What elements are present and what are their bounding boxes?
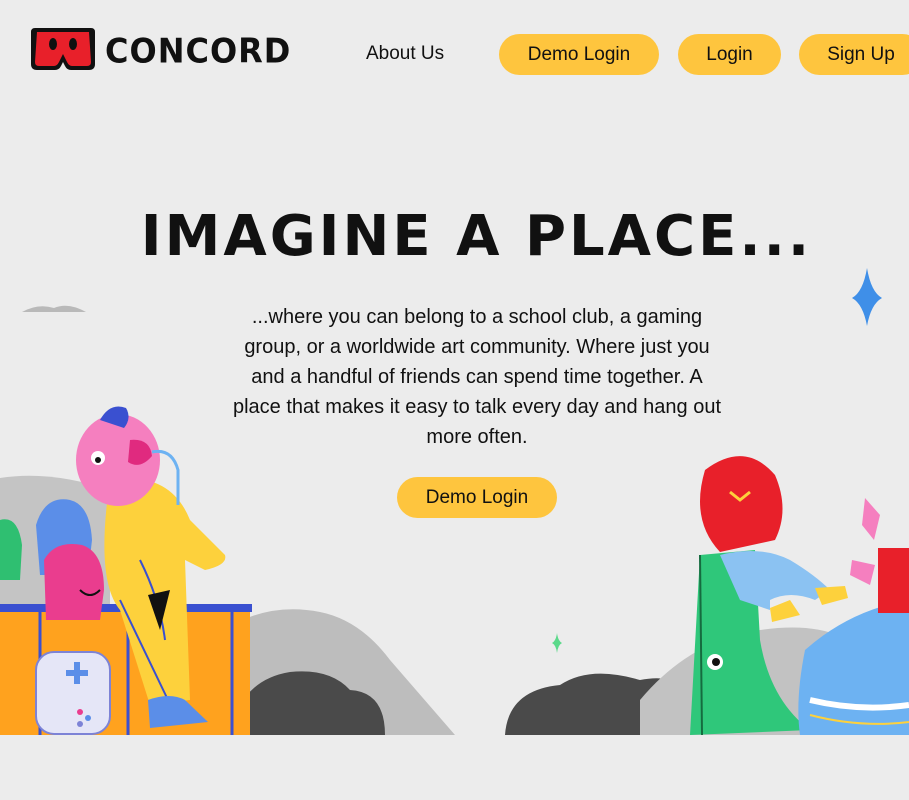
creature-shape (36, 499, 92, 575)
demo-login-button[interactable]: Demo Login (499, 34, 659, 75)
hero-demo-login-button[interactable]: Demo Login (397, 477, 557, 518)
hill-shape (0, 475, 110, 735)
hill-shape (640, 627, 860, 735)
sparkle-icon (552, 633, 562, 653)
brand-name: CONCORD (105, 31, 292, 71)
brand-logo[interactable]: CONCORD (29, 24, 291, 78)
cloud-shape (22, 305, 86, 312)
bush-shape (230, 671, 385, 735)
sparkle-icon (852, 268, 882, 326)
yellow-character (76, 406, 226, 728)
sneaker-shape (798, 498, 909, 735)
red-pants-logo-icon (31, 28, 95, 70)
game-controller-icon (35, 651, 111, 735)
login-button[interactable]: Login (678, 34, 781, 75)
sign-up-button[interactable]: Sign Up (799, 34, 909, 75)
about-us-link[interactable]: About Us (366, 43, 444, 65)
green-character (690, 456, 848, 736)
bush-shape (505, 673, 700, 735)
desk-shape (0, 608, 250, 735)
hero-description: ...where you can belong to a school club… (232, 306, 722, 448)
top-nav: CONCORD About Us Demo Login Login Sign U… (0, 0, 909, 110)
creature-shape (44, 544, 104, 620)
hill-shape (210, 609, 455, 735)
hero-title: IMAGINE A PLACE... (140, 204, 813, 269)
